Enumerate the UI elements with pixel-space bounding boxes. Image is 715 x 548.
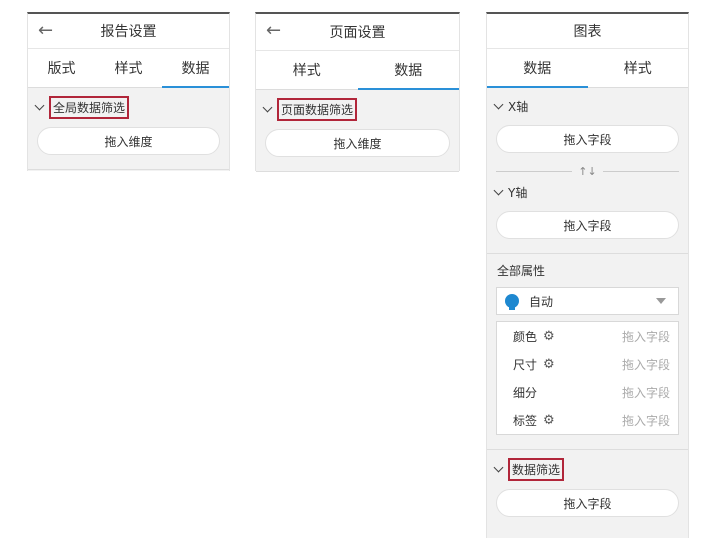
gear-icon[interactable]: ⚙ <box>543 329 555 344</box>
x-axis-drop-zone[interactable]: 拖入字段 <box>496 125 679 153</box>
chart-type-select[interactable]: 自动 <box>496 287 679 315</box>
y-axis-label: Y轴 <box>508 186 528 200</box>
panel-header: 图表 <box>487 14 688 49</box>
gear-icon[interactable]: ⚙ <box>543 357 555 372</box>
tab-data[interactable]: 数据 <box>487 49 588 88</box>
attr-drop-placeholder: 拖入字段 <box>621 329 670 344</box>
back-arrow-icon[interactable]: ← <box>38 20 53 41</box>
data-filter-header[interactable]: 数据筛选 <box>487 450 688 481</box>
tab-data[interactable]: 数据 <box>162 49 229 88</box>
attr-row-label[interactable]: 标签 ⚙ 拖入字段 <box>497 406 678 434</box>
drop-dimension-zone[interactable]: 拖入维度 <box>265 129 450 157</box>
divider <box>28 169 229 170</box>
chevron-down-icon <box>34 100 45 111</box>
divider <box>496 171 573 172</box>
attr-label: 尺寸 <box>513 357 538 372</box>
attributes-list: 颜色 ⚙ 拖入字段 尺寸 ⚙ 拖入字段 细分 拖入字段 标签 ⚙ 拖入字段 <box>496 321 679 435</box>
page-settings-panel: ← 页面设置 样式 数据 页面数据筛选 拖入维度 <box>255 12 460 172</box>
y-axis-drop-zone[interactable]: 拖入字段 <box>496 211 679 239</box>
panel-header: ← 报告设置 <box>28 14 229 49</box>
attr-row-detail[interactable]: 细分 拖入字段 <box>497 378 678 406</box>
attr-drop-placeholder: 拖入字段 <box>621 413 670 428</box>
filter-drop-zone[interactable]: 拖入字段 <box>496 489 679 517</box>
caret-down-icon <box>656 298 666 304</box>
global-filter-label: 全局数据筛选 <box>49 96 130 119</box>
y-axis-header[interactable]: Y轴 <box>487 178 688 201</box>
attr-label: 标签 <box>513 413 538 428</box>
tab-bar: 版式 样式 数据 <box>28 49 229 88</box>
tab-style[interactable]: 样式 <box>95 49 162 87</box>
drop-dimension-zone[interactable]: 拖入维度 <box>37 127 220 155</box>
tab-style[interactable]: 样式 <box>588 49 689 87</box>
tab-data[interactable]: 数据 <box>357 51 460 90</box>
report-settings-panel: ← 报告设置 版式 样式 数据 全局数据筛选 拖入维度 <box>27 12 230 171</box>
back-arrow-icon[interactable]: ← <box>266 20 281 41</box>
divider <box>602 171 679 172</box>
all-properties-label: 全部属性 <box>497 264 546 278</box>
x-axis-header[interactable]: X轴 <box>487 88 688 115</box>
attr-drop-placeholder: 拖入字段 <box>621 357 670 372</box>
page-filter-header[interactable]: 页面数据筛选 <box>256 90 459 121</box>
panel-title: 报告设置 <box>100 24 157 40</box>
attr-drop-placeholder: 拖入字段 <box>621 385 670 400</box>
attr-label: 细分 <box>513 385 538 400</box>
swap-axes-icon[interactable]: ↑↓ <box>572 165 602 178</box>
tab-bar: 数据 样式 <box>487 49 688 88</box>
chevron-down-icon <box>493 185 504 196</box>
x-axis-label: X轴 <box>508 100 529 114</box>
page-filter-label: 页面数据筛选 <box>277 98 358 121</box>
swap-axes: ↑↓ <box>496 165 679 178</box>
tab-bar: 样式 数据 <box>256 51 459 90</box>
attr-label: 颜色 <box>513 329 538 344</box>
lightbulb-icon <box>505 294 519 310</box>
attr-row-size[interactable]: 尺寸 ⚙ 拖入字段 <box>497 350 678 378</box>
gear-icon[interactable]: ⚙ <box>543 413 555 428</box>
panel-title: 页面设置 <box>329 25 386 41</box>
chevron-down-icon <box>262 102 273 113</box>
tab-style[interactable]: 样式 <box>256 51 358 89</box>
chart-type-value: 自动 <box>529 294 554 309</box>
tab-layout[interactable]: 版式 <box>28 49 95 87</box>
divider <box>256 171 459 172</box>
attr-row-color[interactable]: 颜色 ⚙ 拖入字段 <box>497 322 678 350</box>
chevron-down-icon <box>493 462 504 473</box>
panel-header: ← 页面设置 <box>256 14 459 51</box>
chevron-down-icon <box>493 99 504 110</box>
chart-panel: 图表 数据 样式 X轴 拖入字段 ↑↓ Y轴 拖入字段 全部属性 自动 颜色 ⚙… <box>486 12 689 538</box>
data-filter-label: 数据筛选 <box>508 458 565 481</box>
panel-title: 图表 <box>573 24 602 40</box>
global-filter-header[interactable]: 全局数据筛选 <box>28 88 229 119</box>
